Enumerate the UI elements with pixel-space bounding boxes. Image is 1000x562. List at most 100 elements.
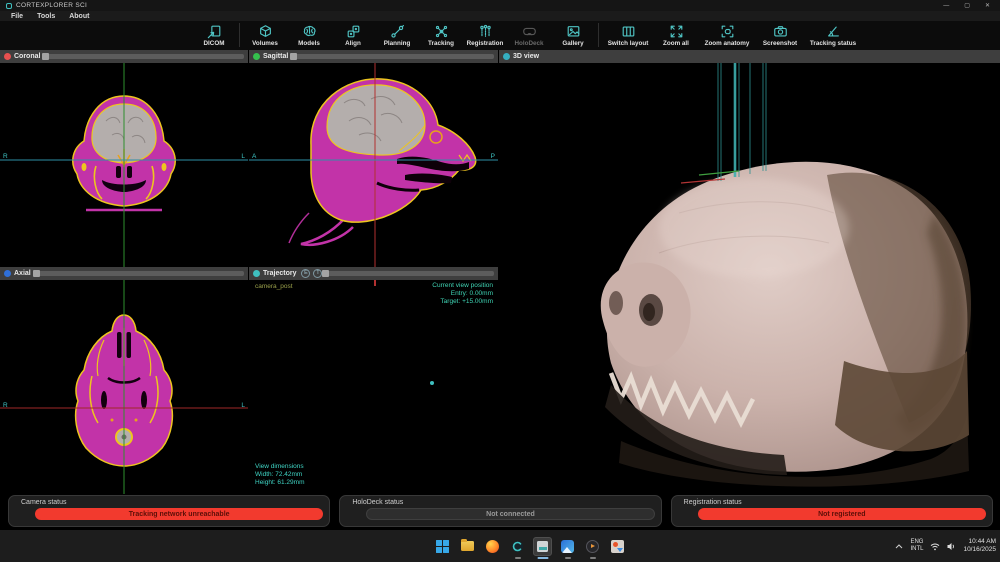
sagittal-viewport: Sagittal (249, 50, 498, 267)
registration-pins-icon (478, 24, 493, 39)
axial-slice-canvas[interactable] (0, 280, 248, 494)
zoom-all-arrows-icon (669, 24, 684, 39)
orientation-right-label: L (241, 154, 245, 161)
active-app-button[interactable] (532, 532, 553, 560)
camera-status-panel: Camera status Tracking network unreachab… (8, 495, 330, 527)
toolbar-screenshot-button[interactable]: Screenshot (756, 21, 804, 47)
axial-slice-slider[interactable] (36, 271, 244, 276)
file-explorer-button[interactable] (457, 532, 478, 560)
toolbar-registration-button[interactable]: Registration (463, 21, 507, 47)
trajectory-label: Trajectory (263, 270, 296, 277)
system-tray: ENG INTL 10:44 AM 10/16/2025 (895, 530, 996, 562)
main-toolbar: DICOM Volumes Models Align Planning Trac… (0, 21, 1000, 50)
sagittal-slice-slider[interactable] (293, 54, 494, 59)
trajectory-dot (253, 270, 260, 277)
coronal-crosshair[interactable] (0, 63, 248, 267)
menu-about[interactable]: About (62, 13, 96, 20)
toolbar-tracking-status-button[interactable]: Tracking status (804, 21, 862, 47)
tray-chevron-icon[interactable] (895, 544, 903, 549)
menu-bar: File Tools About (0, 11, 1000, 21)
3d-view-label: 3D view (513, 53, 539, 60)
toolbar-zoom-all-button[interactable]: Zoom all (654, 21, 698, 47)
menu-file[interactable]: File (4, 13, 30, 20)
3d-skull-canvas[interactable] (499, 63, 1000, 494)
toolbar-align-button[interactable]: Align (331, 21, 375, 47)
coronal-plane-dot (4, 53, 11, 60)
running-indicator (590, 557, 596, 559)
trajectory-slider-handle[interactable] (322, 270, 329, 277)
toolbar-gallery-button[interactable]: Gallery (551, 21, 595, 47)
coronal-label: Coronal (14, 53, 40, 60)
minimize-button[interactable]: — (943, 3, 949, 9)
holodeck-status-badge: Not connected (366, 508, 654, 520)
toolbar-zoom-anatomy-button[interactable]: Zoom anatomy (698, 21, 756, 47)
axial-slider-handle[interactable] (33, 270, 40, 277)
axial-crosshair[interactable] (0, 280, 248, 494)
firefox-button[interactable] (482, 532, 503, 560)
status-panel-row: Camera status Tracking network unreachab… (0, 494, 1000, 527)
coronal-plane-tick (374, 280, 376, 286)
orientation-left-label: R (3, 154, 8, 161)
target-point-button[interactable]: T (313, 269, 322, 278)
axial-viewport: Axial (0, 267, 248, 494)
start-button[interactable] (432, 532, 453, 560)
toolbar-models-button[interactable]: Models (287, 21, 331, 47)
axial-header: Axial (0, 267, 248, 280)
holodeck-status-panel: HoloDeck status Not connected (339, 495, 661, 527)
entry-point-button[interactable]: E (301, 269, 310, 278)
view-dimensions-readout: View dimensions Width: 72.42mm Height: 6… (255, 463, 305, 487)
menu-tools[interactable]: Tools (30, 13, 62, 20)
language-indicator[interactable]: ENG INTL (910, 539, 923, 553)
media-player-button[interactable] (582, 532, 603, 560)
app-logo-icon (6, 3, 12, 9)
dicom-import-icon (207, 24, 222, 39)
axial-label: Axial (14, 270, 31, 277)
sagittal-slider-handle[interactable] (290, 53, 297, 60)
coronal-slice-canvas[interactable] (0, 63, 248, 267)
sagittal-plane-dot (253, 53, 260, 60)
trajectory-position-slider[interactable] (325, 271, 494, 276)
clock[interactable]: 10:44 AM 10/16/2025 (963, 538, 996, 554)
sagittal-slice-canvas[interactable] (249, 63, 498, 267)
windows-taskbar: ENG INTL 10:44 AM 10/16/2025 (0, 530, 1000, 562)
3d-view-header: 3D view (499, 50, 1000, 63)
coronal-slice-slider[interactable] (45, 54, 244, 59)
cortexplorer-taskbar-button[interactable] (507, 532, 528, 560)
toolbar-tracking-button[interactable]: Tracking (419, 21, 463, 47)
sagittal-header: Sagittal (249, 50, 498, 63)
running-indicator (515, 557, 521, 559)
toolbar-volumes-button[interactable]: Volumes (243, 21, 287, 47)
toolbar-separator (598, 23, 599, 47)
camera-status-badge: Tracking network unreachable (35, 508, 323, 520)
registration-status-title: Registration status (684, 499, 986, 506)
align-cubes-icon (346, 24, 361, 39)
trajectory-canvas[interactable]: camera_post Current view position Entry:… (249, 280, 498, 494)
trajectory-point-marker[interactable] (430, 381, 434, 385)
sagittal-label: Sagittal (263, 53, 288, 60)
close-button[interactable]: ✕ (985, 3, 990, 9)
maximize-button[interactable]: ▢ (964, 3, 970, 9)
toolbar-switch-layout-button[interactable]: Switch layout (602, 21, 654, 47)
active-indicator (537, 557, 548, 559)
photos-button[interactable] (557, 532, 578, 560)
3d-view-dot (503, 53, 510, 60)
coronal-slider-handle[interactable] (42, 53, 49, 60)
toolbar-dicom-button[interactable]: DICOM (192, 21, 236, 47)
toolbar-planning-button[interactable]: Planning (375, 21, 419, 47)
zoom-anatomy-icon (720, 24, 735, 39)
orientation-left-label: R (3, 403, 8, 410)
axial-plane-dot (4, 270, 11, 277)
network-icon[interactable] (930, 542, 940, 551)
trajectory-planning-icon (390, 24, 405, 39)
vr-goggles-icon (522, 24, 537, 39)
coronal-header: Coronal (0, 50, 248, 63)
title-bar[interactable]: CORTEXPLORER SCI — ▢ ✕ (0, 0, 1000, 11)
orientation-right-label: L (241, 403, 245, 410)
installer-button[interactable] (607, 532, 628, 560)
volume-icon[interactable] (947, 542, 956, 551)
orientation-left-label: A (252, 154, 256, 161)
window-title: CORTEXPLORER SCI (16, 2, 87, 9)
running-indicator (565, 557, 571, 559)
trajectory-header: Trajectory E T (249, 267, 498, 280)
media-player-icon (586, 540, 599, 553)
